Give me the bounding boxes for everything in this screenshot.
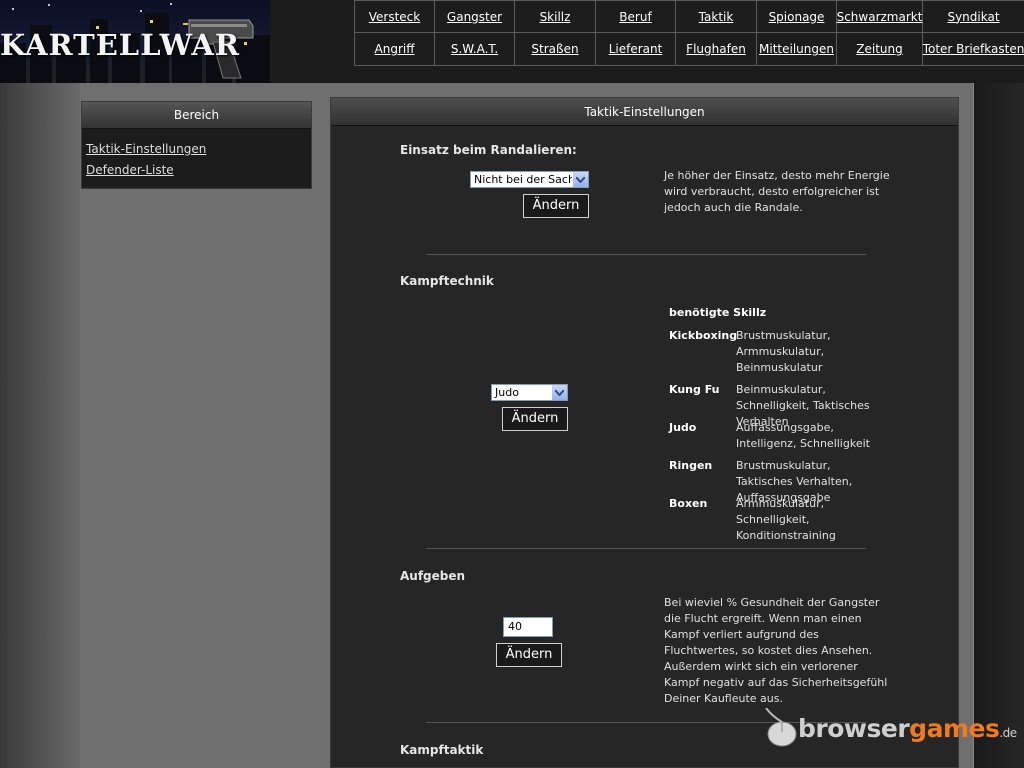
aufgeben-description: Bei wieviel % Gesundheit der Gangster di…	[664, 596, 888, 705]
randalieren-change-button[interactable]: Ändern	[523, 194, 589, 218]
watermark-part1: browser	[798, 714, 910, 743]
skill-requirements: Armmuskulatur, Schnelligkeit, Konditions…	[736, 497, 836, 542]
nav-angriff[interactable]: Angriff	[355, 33, 435, 66]
aufgeben-input[interactable]: 40	[503, 617, 553, 637]
skill-requirements: Auffassungsgabe, Intelligenz, Schnelligk…	[736, 421, 870, 450]
main-navigation: Versteck Gangster Skillz Beruf Taktik Sp…	[354, 0, 1024, 66]
browsergames-watermark: browsergames.de	[758, 702, 1024, 752]
skill-name: Judo	[669, 421, 697, 434]
nav-toter-briefkasten[interactable]: Toter Briefkasten	[923, 33, 1024, 66]
skill-name: Boxen	[669, 497, 708, 510]
logo-text: KARTELLWAR	[0, 28, 240, 62]
kartellwar-logo[interactable]: KARTELLWAR	[0, 0, 270, 83]
kampftechnik-select-value: Judo	[495, 386, 519, 399]
sidebar-item-defender-liste[interactable]: Defender-Liste	[86, 160, 311, 181]
watermark-suffix: .de	[999, 726, 1017, 740]
nav-taktik[interactable]: Taktik	[676, 0, 757, 33]
left-background	[0, 83, 80, 768]
nav-flughafen[interactable]: Flughafen	[676, 33, 757, 66]
nav-strassen[interactable]: Straßen	[515, 33, 596, 66]
kampftechnik-select[interactable]: Judo	[491, 384, 568, 401]
divider	[426, 254, 866, 255]
watermark-part2: games	[909, 714, 1000, 743]
chevron-down-icon	[551, 385, 567, 400]
skill-name: Kickboxing	[669, 329, 738, 342]
skill-requirements: Brustmuskulatur, Armmuskulatur, Beinmusk…	[736, 329, 831, 374]
nav-schwarzmarkt[interactable]: Schwarzmarkt	[837, 0, 923, 33]
nav-beruf[interactable]: Beruf	[596, 0, 676, 33]
sidebar-links: Taktik-Einstellungen Defender-Liste	[82, 129, 311, 181]
skill-name: Ringen	[669, 459, 713, 472]
aufgeben-change-button[interactable]: Ändern	[496, 643, 562, 667]
nav-skillz[interactable]: Skillz	[515, 0, 596, 33]
sidebar-item-taktik-einstellungen[interactable]: Taktik-Einstellungen	[86, 139, 311, 160]
main-panel: Taktik-Einstellungen Einsatz beim Randal…	[330, 97, 959, 768]
kampftechnik-change-button[interactable]: Ändern	[502, 407, 568, 431]
nav-zeitung[interactable]: Zeitung	[837, 33, 923, 66]
randalieren-heading: Einsatz beim Randalieren:	[400, 143, 577, 157]
randalieren-select-value: Nicht bei der Sache	[474, 173, 582, 186]
nav-versteck[interactable]: Versteck	[355, 0, 435, 33]
mouse-icon	[765, 708, 797, 747]
nav-mitteilungen[interactable]: Mitteilungen	[757, 33, 837, 66]
skill-name: Kung Fu	[669, 383, 720, 396]
sidebar-title: Bereich	[82, 102, 311, 129]
nav-spionage[interactable]: Spionage	[757, 0, 837, 33]
kampftaktik-heading: Kampftaktik	[400, 743, 484, 757]
aufgeben-heading: Aufgeben	[400, 569, 466, 583]
skills-heading: benötigte Skillz	[669, 306, 767, 319]
header: KARTELLWAR Versteck Gangster Skillz Beru…	[0, 0, 1024, 83]
right-background	[974, 83, 1024, 768]
chevron-down-icon	[572, 172, 588, 187]
nav-syndikat[interactable]: Syndikat	[923, 0, 1024, 33]
randalieren-description: Je höher der Einsatz, desto mehr Energie…	[664, 169, 890, 214]
nav-gangster[interactable]: Gangster	[435, 0, 515, 33]
page-title: Taktik-Einstellungen	[331, 98, 958, 126]
nav-swat[interactable]: S.W.A.T.	[435, 33, 515, 66]
randalieren-select[interactable]: Nicht bei der Sache	[470, 171, 589, 188]
nav-lieferant[interactable]: Lieferant	[596, 33, 676, 66]
divider	[426, 548, 866, 549]
sidebar: Bereich Taktik-Einstellungen Defender-Li…	[81, 101, 312, 189]
kampftechnik-heading: Kampftechnik	[400, 274, 494, 288]
